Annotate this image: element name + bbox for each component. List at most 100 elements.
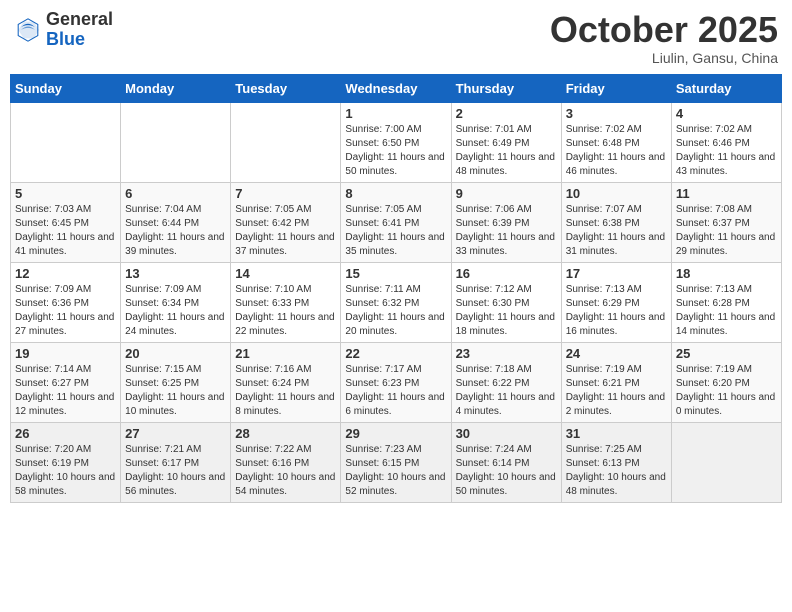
day-number: 5 <box>15 186 116 201</box>
day-number: 6 <box>125 186 226 201</box>
day-info: Sunrise: 7:01 AMSunset: 6:49 PMDaylight:… <box>456 123 557 179</box>
day-cell: 11 Sunrise: 7:08 AMSunset: 6:37 PMDayligh… <box>671 182 781 262</box>
day-header-wednesday: Wednesday <box>341 74 451 102</box>
day-info: Sunrise: 7:16 AMSunset: 6:24 PMDaylight:… <box>235 363 336 419</box>
day-number: 17 <box>566 266 667 281</box>
day-info: Sunrise: 7:13 AMSunset: 6:28 PMDaylight:… <box>676 283 777 339</box>
day-number: 27 <box>125 426 226 441</box>
day-info: Sunrise: 7:17 AMSunset: 6:23 PMDaylight:… <box>345 363 446 419</box>
day-header-thursday: Thursday <box>451 74 561 102</box>
day-header-sunday: Sunday <box>11 74 121 102</box>
day-number: 18 <box>676 266 777 281</box>
day-number: 30 <box>456 426 557 441</box>
day-info: Sunrise: 7:23 AMSunset: 6:15 PMDaylight:… <box>345 443 446 499</box>
day-number: 10 <box>566 186 667 201</box>
day-cell: 25Sunrise: 7:19 AMSunset: 6:20 PMDayligh… <box>671 342 781 422</box>
day-cell: 27 Sunrise: 7:21 AMSunset: 6:17 PMDayligh… <box>121 422 231 502</box>
day-cell: 4 Sunrise: 7:02 AMSunset: 6:46 PMDaylight… <box>671 102 781 182</box>
day-info: Sunrise: 7:20 AMSunset: 6:19 PMDaylight:… <box>15 443 116 499</box>
day-info: Sunrise: 7:09 AMSunset: 6:36 PMDaylight:… <box>15 283 116 339</box>
day-cell: 16 Sunrise: 7:12 AMSunset: 6:30 PMDayligh… <box>451 262 561 342</box>
day-header-monday: Monday <box>121 74 231 102</box>
day-number: 19 <box>15 346 116 361</box>
day-info: Sunrise: 7:05 AMSunset: 6:42 PMDaylight:… <box>235 203 336 259</box>
day-info: Sunrise: 7:02 AMSunset: 6:48 PMDaylight:… <box>566 123 667 179</box>
day-cell: 9 Sunrise: 7:06 AMSunset: 6:39 PMDaylight… <box>451 182 561 262</box>
day-cell <box>11 102 121 182</box>
title-block: October 2025 Liulin, Gansu, China <box>550 10 778 66</box>
day-info: Sunrise: 7:08 AMSunset: 6:37 PMDaylight:… <box>676 203 777 259</box>
day-cell: 14Sunrise: 7:10 AMSunset: 6:33 PMDayligh… <box>231 262 341 342</box>
day-info: Sunrise: 7:13 AMSunset: 6:29 PMDaylight:… <box>566 283 667 339</box>
day-info: Sunrise: 7:18 AMSunset: 6:22 PMDaylight:… <box>456 363 557 419</box>
logo-blue: Blue <box>46 29 85 49</box>
day-number: 11 <box>676 186 777 201</box>
day-header-tuesday: Tuesday <box>231 74 341 102</box>
day-info: Sunrise: 7:06 AMSunset: 6:39 PMDaylight:… <box>456 203 557 259</box>
day-cell: 15 Sunrise: 7:11 AMSunset: 6:32 PMDayligh… <box>341 262 451 342</box>
day-cell: 7 Sunrise: 7:05 AMSunset: 6:42 PMDaylight… <box>231 182 341 262</box>
day-number: 16 <box>456 266 557 281</box>
day-cell: 20 Sunrise: 7:15 AMSunset: 6:25 PMDayligh… <box>121 342 231 422</box>
day-number: 29 <box>345 426 446 441</box>
day-number: 24 <box>566 346 667 361</box>
day-cell: 2 Sunrise: 7:01 AMSunset: 6:49 PMDaylight… <box>451 102 561 182</box>
day-info: Sunrise: 7:07 AMSunset: 6:38 PMDaylight:… <box>566 203 667 259</box>
calendar: SundayMondayTuesdayWednesdayThursdayFrid… <box>10 74 782 503</box>
day-number: 31 <box>566 426 667 441</box>
day-cell: 26 Sunrise: 7:20 AMSunset: 6:19 PMDayligh… <box>11 422 121 502</box>
day-number: 23 <box>456 346 557 361</box>
day-number: 2 <box>456 106 557 121</box>
day-cell: 17 Sunrise: 7:13 AMSunset: 6:29 PMDayligh… <box>561 262 671 342</box>
day-info: Sunrise: 7:05 AMSunset: 6:41 PMDaylight:… <box>345 203 446 259</box>
day-number: 7 <box>235 186 336 201</box>
week-row-1: 1Sunrise: 7:00 AMSunset: 6:50 PMDaylight… <box>11 102 782 182</box>
day-cell: 22 Sunrise: 7:17 AMSunset: 6:23 PMDayligh… <box>341 342 451 422</box>
day-number: 8 <box>345 186 446 201</box>
day-number: 13 <box>125 266 226 281</box>
day-cell <box>671 422 781 502</box>
day-cell: 19Sunrise: 7:14 AMSunset: 6:27 PMDayligh… <box>11 342 121 422</box>
day-number: 22 <box>345 346 446 361</box>
day-cell: 3Sunrise: 7:02 AMSunset: 6:48 PMDaylight… <box>561 102 671 182</box>
day-info: Sunrise: 7:11 AMSunset: 6:32 PMDaylight:… <box>345 283 446 339</box>
day-cell: 12 Sunrise: 7:09 AMSunset: 6:36 PMDayligh… <box>11 262 121 342</box>
day-number: 25 <box>676 346 777 361</box>
day-info: Sunrise: 7:10 AMSunset: 6:33 PMDaylight:… <box>235 283 336 339</box>
day-info: Sunrise: 7:25 AMSunset: 6:13 PMDaylight:… <box>566 443 667 499</box>
day-info: Sunrise: 7:04 AMSunset: 6:44 PMDaylight:… <box>125 203 226 259</box>
location: Liulin, Gansu, China <box>550 50 778 66</box>
day-number: 26 <box>15 426 116 441</box>
day-info: Sunrise: 7:21 AMSunset: 6:17 PMDaylight:… <box>125 443 226 499</box>
day-cell: 31 Sunrise: 7:25 AMSunset: 6:13 PMDayligh… <box>561 422 671 502</box>
day-info: Sunrise: 7:12 AMSunset: 6:30 PMDaylight:… <box>456 283 557 339</box>
day-number: 1 <box>345 106 446 121</box>
day-info: Sunrise: 7:15 AMSunset: 6:25 PMDaylight:… <box>125 363 226 419</box>
day-header-friday: Friday <box>561 74 671 102</box>
day-cell <box>231 102 341 182</box>
day-number: 9 <box>456 186 557 201</box>
day-cell <box>121 102 231 182</box>
page-header: General Blue October 2025 Liulin, Gansu,… <box>10 10 782 66</box>
day-cell: 28 Sunrise: 7:22 AMSunset: 6:16 PMDayligh… <box>231 422 341 502</box>
day-number: 20 <box>125 346 226 361</box>
day-cell: 13Sunrise: 7:09 AMSunset: 6:34 PMDayligh… <box>121 262 231 342</box>
day-cell: 24 Sunrise: 7:19 AMSunset: 6:21 PMDayligh… <box>561 342 671 422</box>
day-number: 28 <box>235 426 336 441</box>
day-cell: 21 Sunrise: 7:16 AMSunset: 6:24 PMDayligh… <box>231 342 341 422</box>
week-row-2: 5 Sunrise: 7:03 AMSunset: 6:45 PMDaylight… <box>11 182 782 262</box>
day-cell: 23 Sunrise: 7:18 AMSunset: 6:22 PMDayligh… <box>451 342 561 422</box>
day-number: 21 <box>235 346 336 361</box>
day-info: Sunrise: 7:03 AMSunset: 6:45 PMDaylight:… <box>15 203 116 259</box>
week-row-5: 26 Sunrise: 7:20 AMSunset: 6:19 PMDayligh… <box>11 422 782 502</box>
day-number: 12 <box>15 266 116 281</box>
header-row: SundayMondayTuesdayWednesdayThursdayFrid… <box>11 74 782 102</box>
day-number: 15 <box>345 266 446 281</box>
day-info: Sunrise: 7:22 AMSunset: 6:16 PMDaylight:… <box>235 443 336 499</box>
day-cell: 29 Sunrise: 7:23 AMSunset: 6:15 PMDayligh… <box>341 422 451 502</box>
month-title: October 2025 <box>550 10 778 50</box>
day-header-saturday: Saturday <box>671 74 781 102</box>
day-info: Sunrise: 7:19 AMSunset: 6:21 PMDaylight:… <box>566 363 667 419</box>
day-number: 4 <box>676 106 777 121</box>
day-info: Sunrise: 7:02 AMSunset: 6:46 PMDaylight:… <box>676 123 777 179</box>
